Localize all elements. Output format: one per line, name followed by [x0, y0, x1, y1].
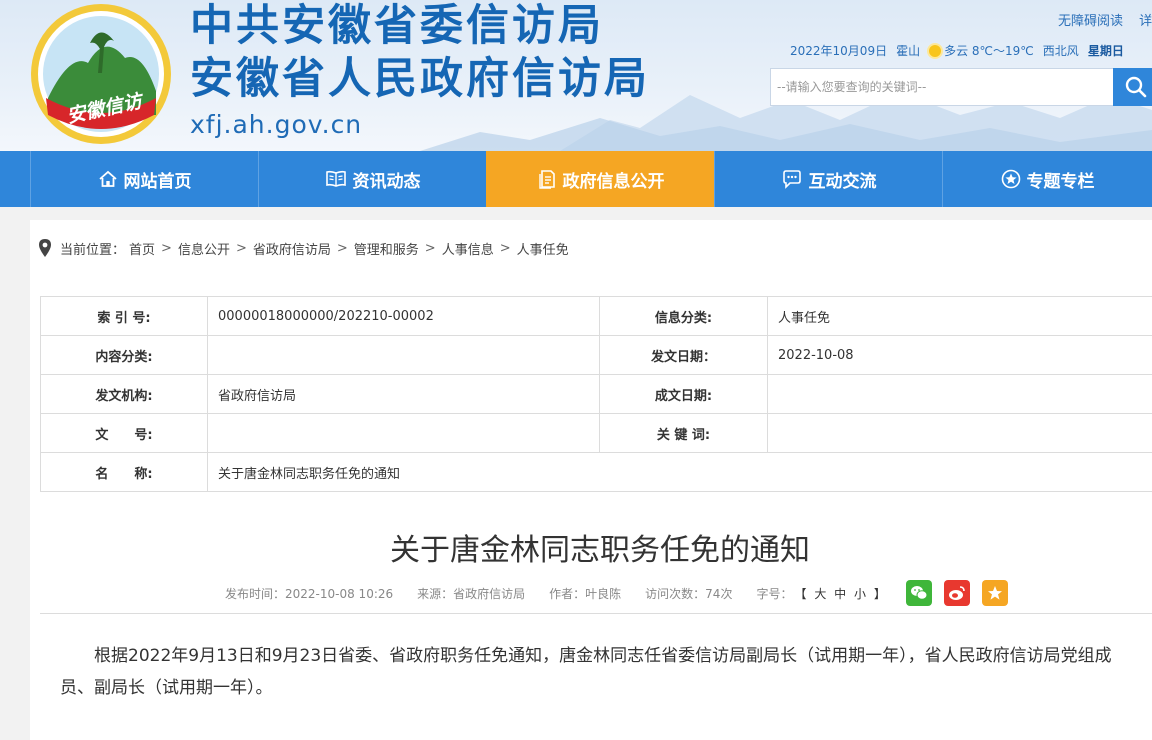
nav-label: 互动交流: [809, 167, 877, 192]
font-size-switcher: 【 大 中 小 】: [792, 585, 887, 602]
breadcrumb-item[interactable]: 人事任免: [517, 239, 569, 258]
article-info-bar: 发布时间：2022-10-08 10:26 来源：省政府信访局 作者：叶良陈 访…: [225, 580, 1020, 606]
issuing-org-value: 省政府信访局: [208, 375, 600, 414]
publish-time: 发布时间：2022-10-08 10:26: [225, 585, 393, 602]
breadcrumb-item[interactable]: 人事信息: [442, 239, 494, 258]
main-nav: 网站首页 资讯动态 政府信息公开 互动交流: [0, 151, 1152, 207]
site-title-line2: 安徽省人民政府信访局: [190, 55, 650, 103]
index-value: 00000018000000/202210-00002: [208, 297, 600, 336]
category-label: 信息分类:: [600, 297, 768, 336]
category-value: 人事任免: [768, 297, 1152, 336]
nav-label: 专题专栏: [1027, 167, 1095, 192]
article-title: 关于唐金林同志职务任免的通知: [30, 525, 1152, 569]
share-wechat-button[interactable]: [906, 580, 932, 606]
index-label: 索 引 号:: [41, 297, 208, 336]
visit-count: 访问次数：74次: [645, 585, 732, 602]
nav-item-special[interactable]: 专题专栏: [942, 151, 1152, 207]
breadcrumb-item[interactable]: 省政府信访局: [253, 239, 331, 258]
site-header: 安徽信访 中共安徽省委信访局 安徽省人民政府信访局 xfj.ah.gov.cn …: [0, 0, 1152, 151]
site-title-line1: 中共安徽省委信访局: [190, 2, 604, 50]
nav-item-interaction[interactable]: 互动交流: [714, 151, 942, 207]
breadcrumb-prefix: 当前位置：: [60, 239, 125, 258]
star-icon: [1001, 169, 1021, 189]
bracket-close: 】: [874, 587, 886, 601]
wechat-icon: [910, 585, 928, 601]
breadcrumb-item[interactable]: 信息公开: [178, 239, 230, 258]
share-weibo-button[interactable]: [944, 580, 970, 606]
chat-icon: [781, 169, 803, 189]
search-input[interactable]: --请输入您要查询的关键词--: [770, 68, 1114, 106]
keywords-label: 关 键 词:: [600, 414, 768, 453]
content-category-label: 内容分类:: [41, 336, 208, 375]
article-body: 根据2022年9月13日和9月23日省委、省政府职务任免通知，唐金林同志任省委信…: [60, 640, 1145, 704]
book-icon: [325, 169, 347, 189]
home-icon: [98, 169, 118, 189]
bracket-open: 【: [794, 587, 806, 601]
weather-bar: 2022年10月09日 霍山 多云 8℃～19℃ 西北风 星期日: [790, 42, 1133, 59]
keywords-value: [768, 414, 1152, 453]
weather-weekday: 星期日: [1088, 42, 1124, 59]
font-size-small[interactable]: 小: [854, 587, 866, 601]
nav-label: 资讯动态: [353, 167, 421, 192]
breadcrumb-separator: >: [236, 241, 247, 256]
doc-number-label: 文 号:: [41, 414, 208, 453]
sun-cloud-icon: [929, 45, 941, 57]
weather-date: 2022年10月09日: [790, 42, 887, 59]
add-favorite-button[interactable]: [982, 580, 1008, 606]
publish-date-value: 2022-10-08: [768, 336, 1152, 375]
document-icon: [537, 169, 557, 189]
breadcrumb-separator: >: [337, 241, 348, 256]
divider: [40, 613, 1152, 614]
breadcrumb-separator: >: [425, 241, 436, 256]
table-row: 发文机构: 省政府信访局 成文日期:: [41, 375, 1152, 414]
table-row: 名 称: 关于唐金林同志职务任免的通知: [41, 453, 1152, 492]
weather-wind: 西北风: [1043, 42, 1079, 59]
table-row: 文 号: 关 键 词:: [41, 414, 1152, 453]
content-panel: 当前位置： 首页 > 信息公开 > 省政府信访局 > 管理和服务 > 人事信息 …: [30, 220, 1152, 740]
site-domain: xfj.ah.gov.cn: [190, 110, 362, 139]
details-link[interactable]: 详细: [1139, 14, 1152, 29]
nav-item-news[interactable]: 资讯动态: [258, 151, 486, 207]
weather-condition: 多云 8℃～19℃: [944, 42, 1034, 59]
issuing-org-label: 发文机构:: [41, 375, 208, 414]
breadcrumb-separator: >: [500, 241, 511, 256]
search-icon: [1124, 75, 1148, 99]
article-author: 作者：叶良陈: [549, 585, 621, 602]
favorite-icon: [987, 585, 1003, 601]
nav-item-home[interactable]: 网站首页: [30, 151, 258, 207]
doc-name-label: 名 称:: [41, 453, 208, 492]
breadcrumb: 当前位置： 首页 > 信息公开 > 省政府信访局 > 管理和服务 > 人事信息 …: [38, 238, 569, 258]
accessibility-link[interactable]: 无障碍阅读: [1058, 14, 1123, 29]
top-links: 无障碍阅读 详细: [1058, 10, 1152, 29]
font-size-medium[interactable]: 中: [834, 587, 846, 601]
doc-name-value: 关于唐金林同志职务任免的通知: [208, 453, 1152, 492]
breadcrumb-item[interactable]: 首页: [129, 239, 155, 258]
creation-date-value: [768, 375, 1152, 414]
article-source: 来源：省政府信访局: [417, 585, 525, 602]
location-pin-icon: [38, 238, 52, 258]
nav-label: 政府信息公开: [563, 167, 665, 192]
publish-date-label: 发文日期：: [600, 336, 768, 375]
font-size-label: 字号：: [756, 585, 792, 602]
weather-city: 霍山: [896, 42, 920, 59]
creation-date-label: 成文日期:: [600, 375, 768, 414]
breadcrumb-separator: >: [161, 241, 172, 256]
nav-item-gov-info[interactable]: 政府信息公开: [486, 151, 714, 207]
breadcrumb-item[interactable]: 管理和服务: [354, 239, 419, 258]
site-logo[interactable]: [30, 3, 172, 145]
font-size-large[interactable]: 大: [814, 587, 826, 601]
table-row: 索 引 号: 00000018000000/202210-00002 信息分类:…: [41, 297, 1152, 336]
weibo-icon: [948, 585, 966, 601]
search-button[interactable]: [1113, 68, 1152, 106]
table-row: 内容分类: 发文日期： 2022-10-08: [41, 336, 1152, 375]
content-category-value: [208, 336, 600, 375]
document-meta-table: 索 引 号: 00000018000000/202210-00002 信息分类:…: [40, 296, 1152, 492]
nav-label: 网站首页: [124, 167, 192, 192]
doc-number-value: [208, 414, 600, 453]
